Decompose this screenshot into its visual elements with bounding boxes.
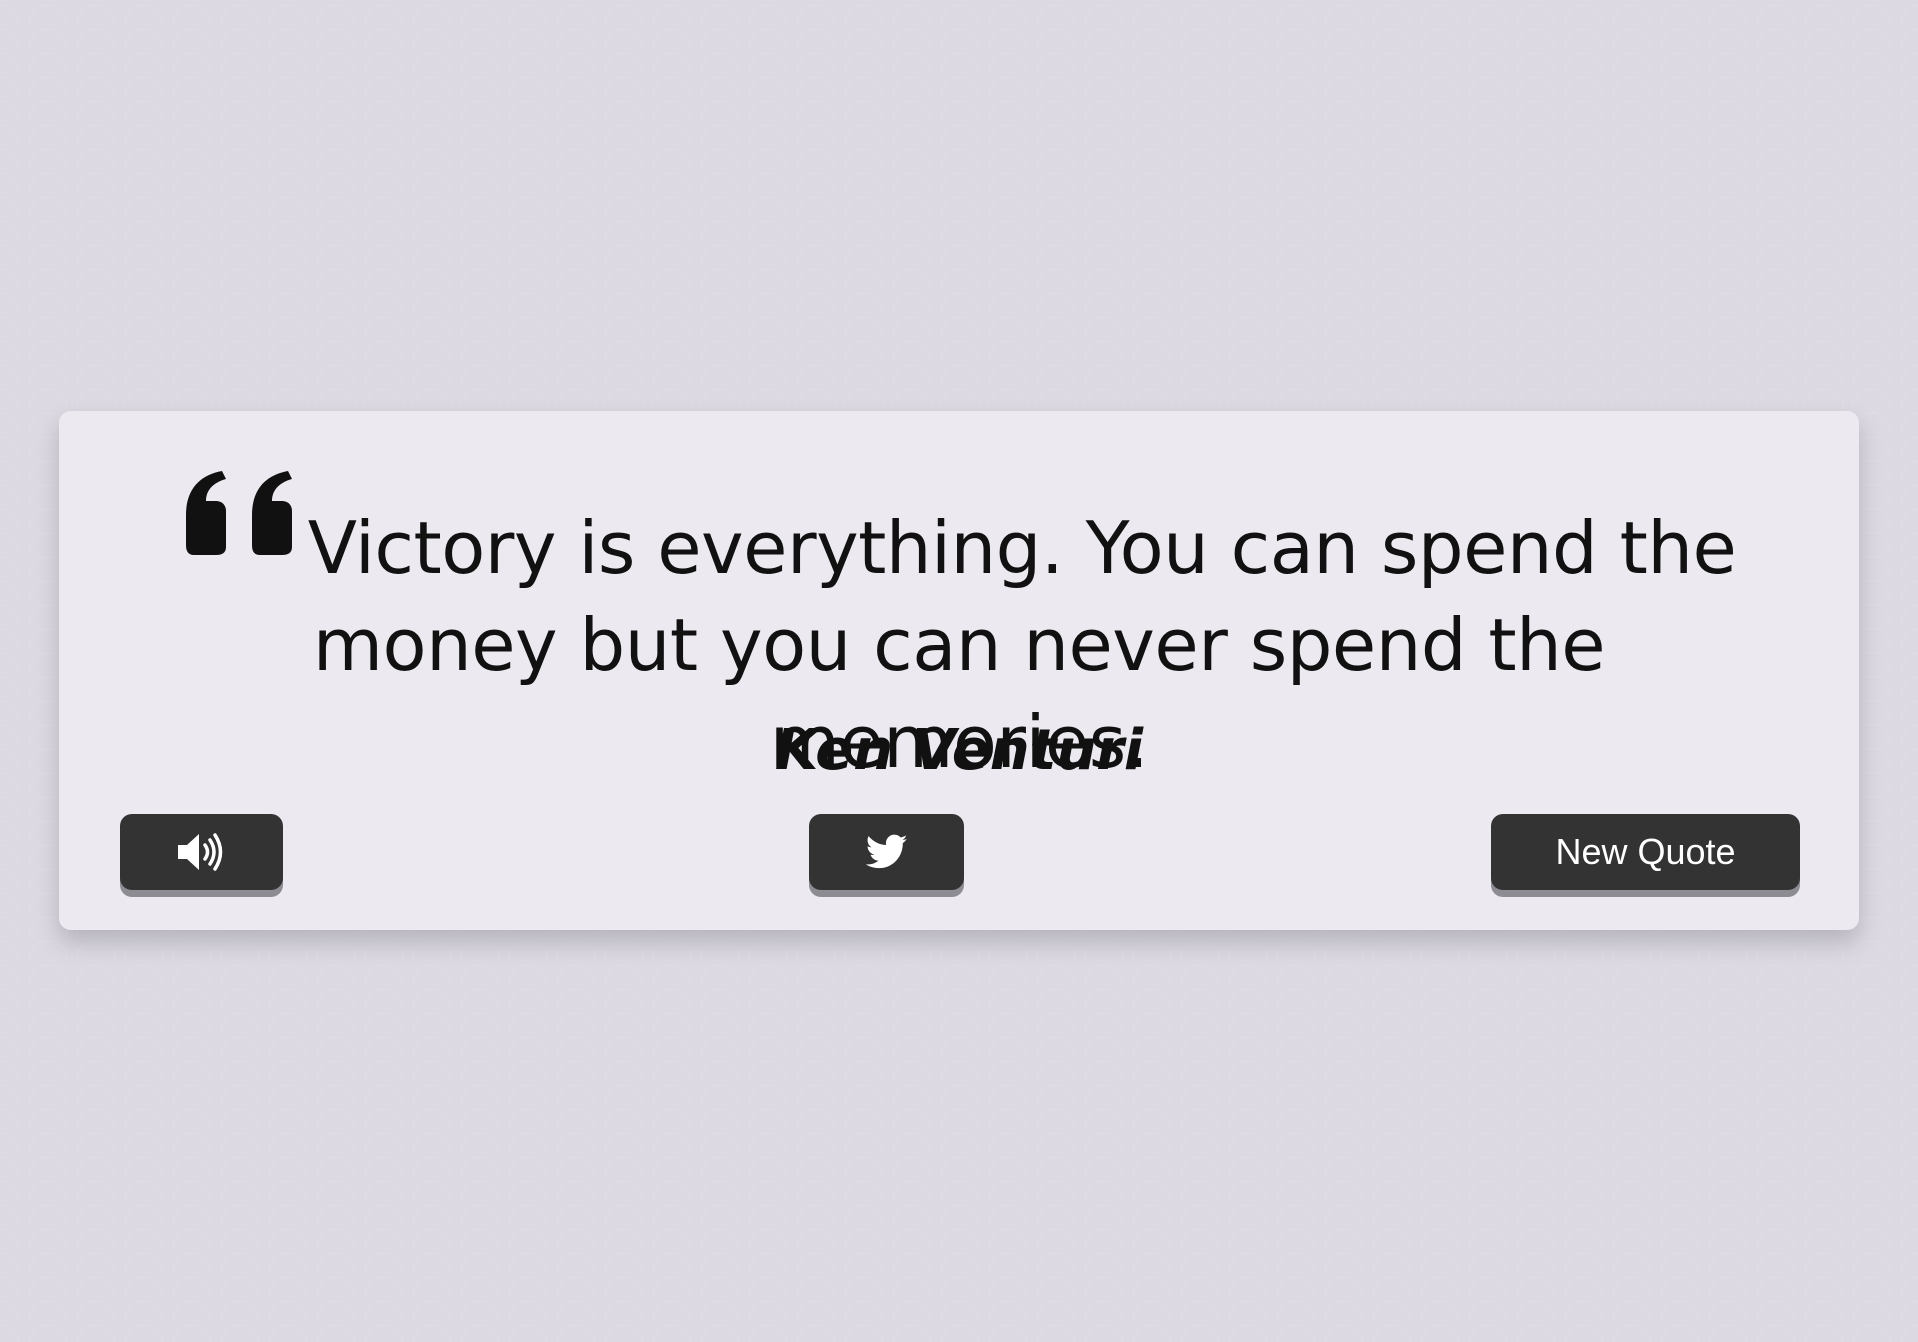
quote-left-icon: [182, 471, 300, 555]
twitter-icon: [865, 834, 908, 870]
quote-card: Victory is everything. You can spend the…: [59, 411, 1859, 930]
tweet-button[interactable]: [809, 814, 964, 890]
volume-up-icon: [176, 832, 228, 872]
new-quote-button[interactable]: New Quote: [1491, 814, 1800, 890]
speak-button[interactable]: [120, 814, 283, 890]
quote-author: Ken Venturi: [774, 718, 1144, 783]
